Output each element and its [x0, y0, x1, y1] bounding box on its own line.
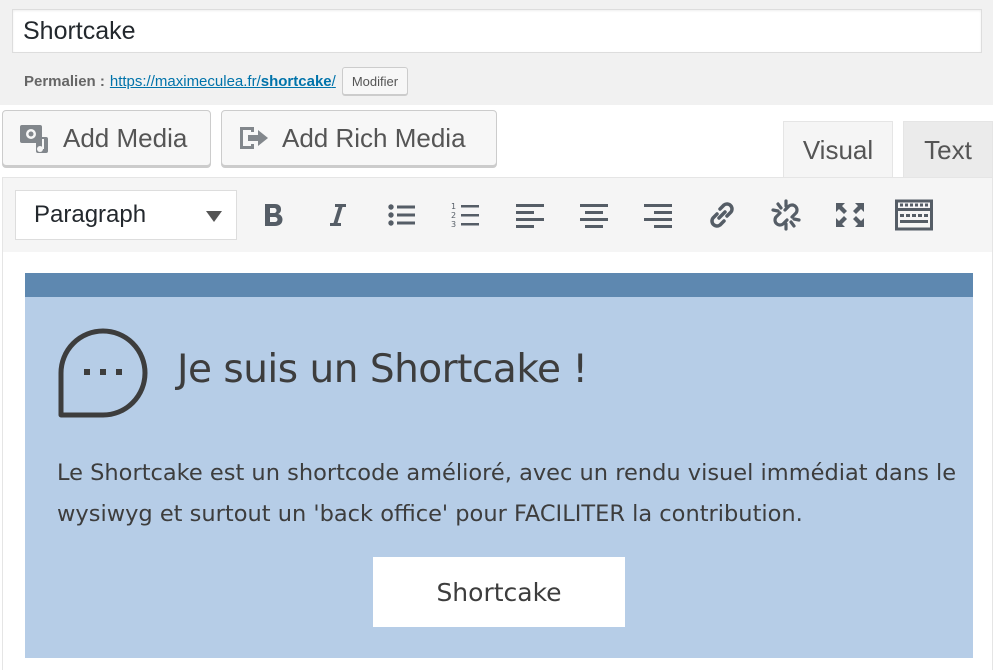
permalink-link[interactable]: https://maximeculea.fr/shortcake/ [110, 73, 336, 90]
add-rich-media-button[interactable]: Add Rich Media [221, 110, 497, 166]
format-select-value: Paragraph [34, 201, 147, 228]
toolbar-toggle-icon [895, 199, 933, 231]
shortcake-block[interactable]: Je suis un Shortcake ! Le Shortcake est … [25, 273, 973, 658]
add-rich-media-label: Add Rich Media [282, 122, 466, 153]
remove-link-button[interactable] [762, 191, 810, 239]
add-media-label: Add Media [63, 122, 188, 153]
numbered-list-icon: 123 [451, 202, 479, 229]
add-media-button[interactable]: Add Media [2, 110, 211, 166]
align-left-button[interactable] [506, 191, 554, 239]
tab-visual[interactable]: Visual [783, 121, 893, 179]
permalink-row: Permalien : https://maximeculea.fr/short… [24, 66, 409, 96]
bold-icon [265, 204, 283, 226]
tab-text[interactable]: Text [903, 121, 993, 179]
italic-button[interactable] [314, 191, 362, 239]
shortcake-button[interactable]: Shortcake [373, 557, 625, 627]
post-title-input[interactable] [12, 9, 982, 53]
bulleted-list-button[interactable] [378, 191, 426, 239]
insert-link-button[interactable] [698, 191, 746, 239]
shortcake-title: Je suis un Shortcake ! [177, 347, 588, 392]
chat-bubble-icon [58, 328, 148, 418]
editor-toolbar: Paragraph 123 [2, 177, 993, 253]
bold-button[interactable] [250, 191, 298, 239]
bulleted-list-icon [388, 204, 415, 226]
svg-text:2: 2 [451, 211, 456, 220]
shortcake-description: Le Shortcake est un shortcode amélioré, … [57, 460, 957, 527]
align-left-icon [516, 204, 544, 228]
italic-icon [330, 204, 346, 226]
insert-arrow-icon [236, 120, 272, 156]
media-icon [17, 120, 53, 156]
permalink-label: Permalien : [24, 72, 105, 90]
align-right-icon [644, 204, 672, 228]
svg-text:1: 1 [451, 202, 456, 211]
edit-permalink-button[interactable]: Modifier [341, 67, 409, 95]
toolbar-toggle-button[interactable] [890, 191, 938, 239]
chevron-down-icon [206, 211, 222, 222]
align-center-button[interactable] [570, 191, 618, 239]
fullscreen-button[interactable] [826, 191, 874, 239]
link-icon [710, 202, 734, 228]
align-right-button[interactable] [634, 191, 682, 239]
permalink-slug: shortcake [260, 72, 332, 90]
unlink-icon [771, 199, 801, 231]
format-select[interactable]: Paragraph [15, 190, 237, 240]
shortcake-header-bar [25, 273, 973, 297]
fullscreen-icon [836, 203, 864, 227]
align-center-icon [580, 204, 608, 228]
svg-text:3: 3 [451, 220, 456, 229]
numbered-list-button[interactable]: 123 [442, 191, 490, 239]
